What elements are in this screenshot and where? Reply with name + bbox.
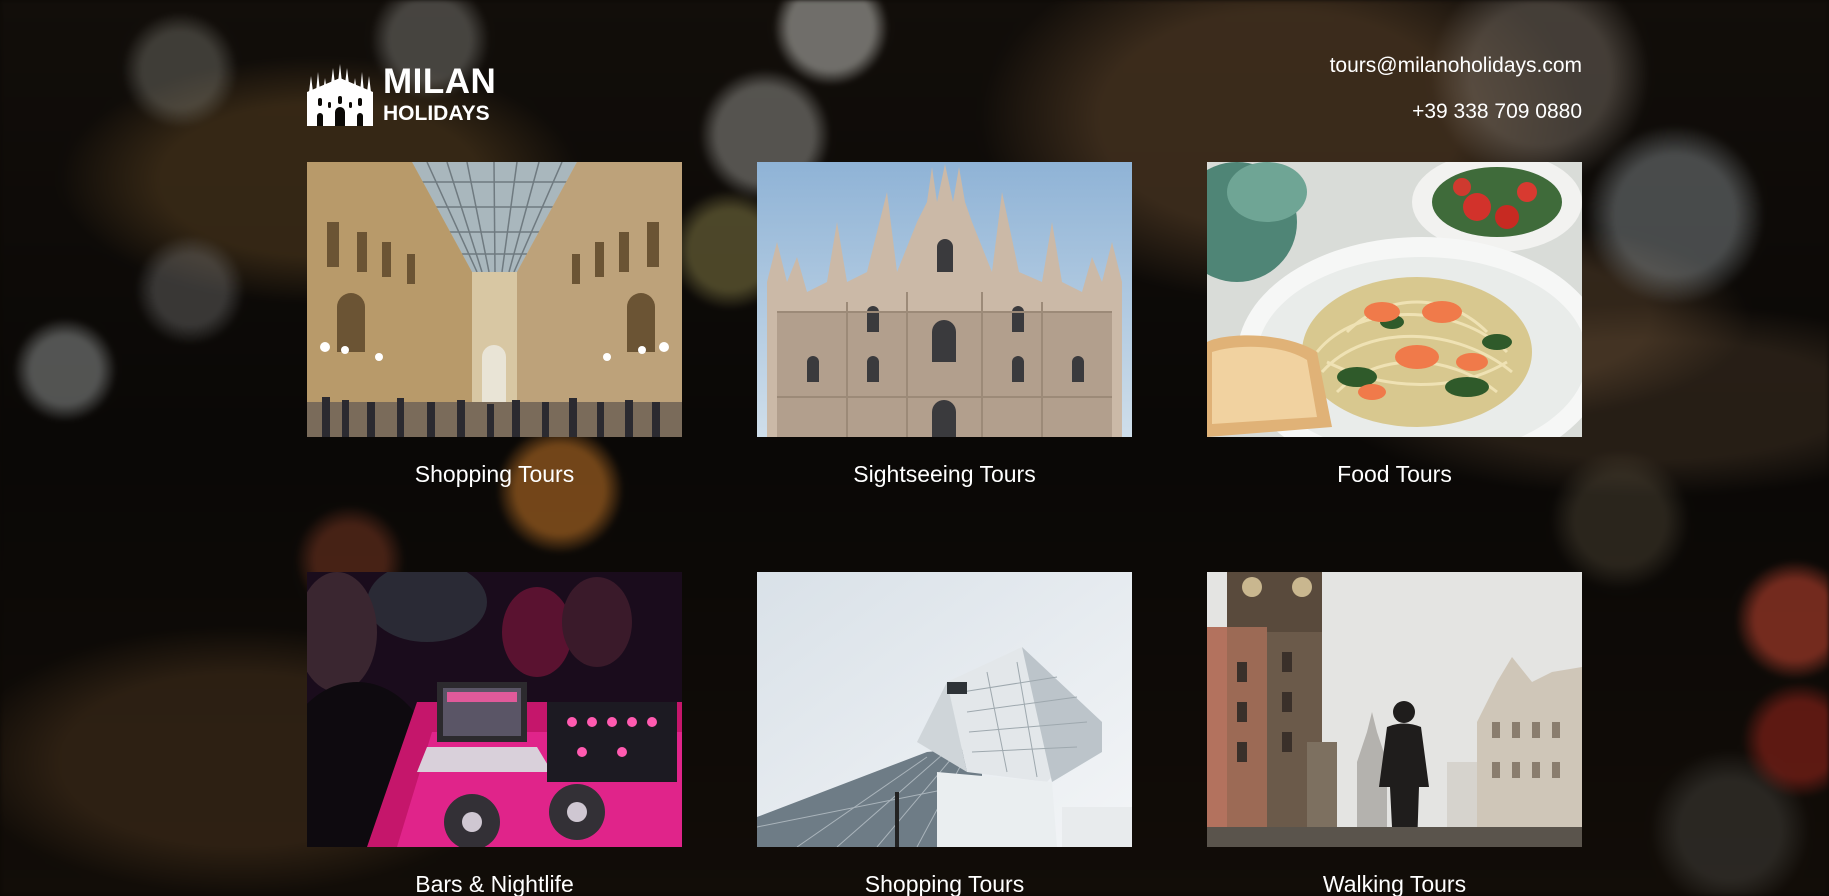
tour-card-sightseeing[interactable]: Sightseeing Tours: [757, 162, 1132, 487]
tour-caption[interactable]: Bars & Nightlife: [307, 871, 682, 896]
contact-info: tours@milanoholidays.com +39 338 709 088…: [1330, 54, 1582, 124]
duomo-cathedral-icon: [307, 64, 373, 126]
phone-link[interactable]: +39 338 709 0880: [1412, 100, 1582, 123]
tour-caption[interactable]: Walking Tours: [1207, 871, 1582, 896]
page-container: MILAN HOLIDAYS tours@milanoholidays.com …: [307, 0, 1582, 896]
tour-card-nightlife[interactable]: Bars & Nightlife: [307, 572, 682, 896]
tour-caption[interactable]: Shopping Tours: [307, 461, 682, 487]
tour-caption[interactable]: Shopping Tours: [757, 871, 1132, 896]
old-town-square-walker-photo[interactable]: [1207, 572, 1582, 847]
duomo-di-milano-photo[interactable]: [757, 162, 1132, 437]
brand-subtitle: HOLIDAYS: [383, 102, 490, 125]
tour-card-walking[interactable]: Walking Tours: [1207, 572, 1582, 896]
dj-mixer-nightclub-photo[interactable]: [307, 572, 682, 847]
galleria-vittorio-emanuele-photo[interactable]: [307, 162, 682, 437]
email-link[interactable]: tours@milanoholidays.com: [1330, 54, 1582, 77]
tour-card-shopping-2[interactable]: Shopping Tours: [757, 572, 1132, 896]
tour-card-shopping[interactable]: Shopping Tours: [307, 162, 682, 487]
brand-logo[interactable]: MILAN HOLIDAYS: [307, 64, 496, 126]
tour-card-food[interactable]: Food Tours: [1207, 162, 1582, 487]
tour-caption[interactable]: Food Tours: [1207, 461, 1582, 487]
shrimp-pasta-plate-photo[interactable]: [1207, 162, 1582, 437]
modern-glass-building-photo[interactable]: [757, 572, 1132, 847]
brand-title: MILAN: [383, 62, 497, 101]
header: MILAN HOLIDAYS tours@milanoholidays.com …: [307, 54, 1582, 134]
tour-caption[interactable]: Sightseeing Tours: [757, 461, 1132, 487]
